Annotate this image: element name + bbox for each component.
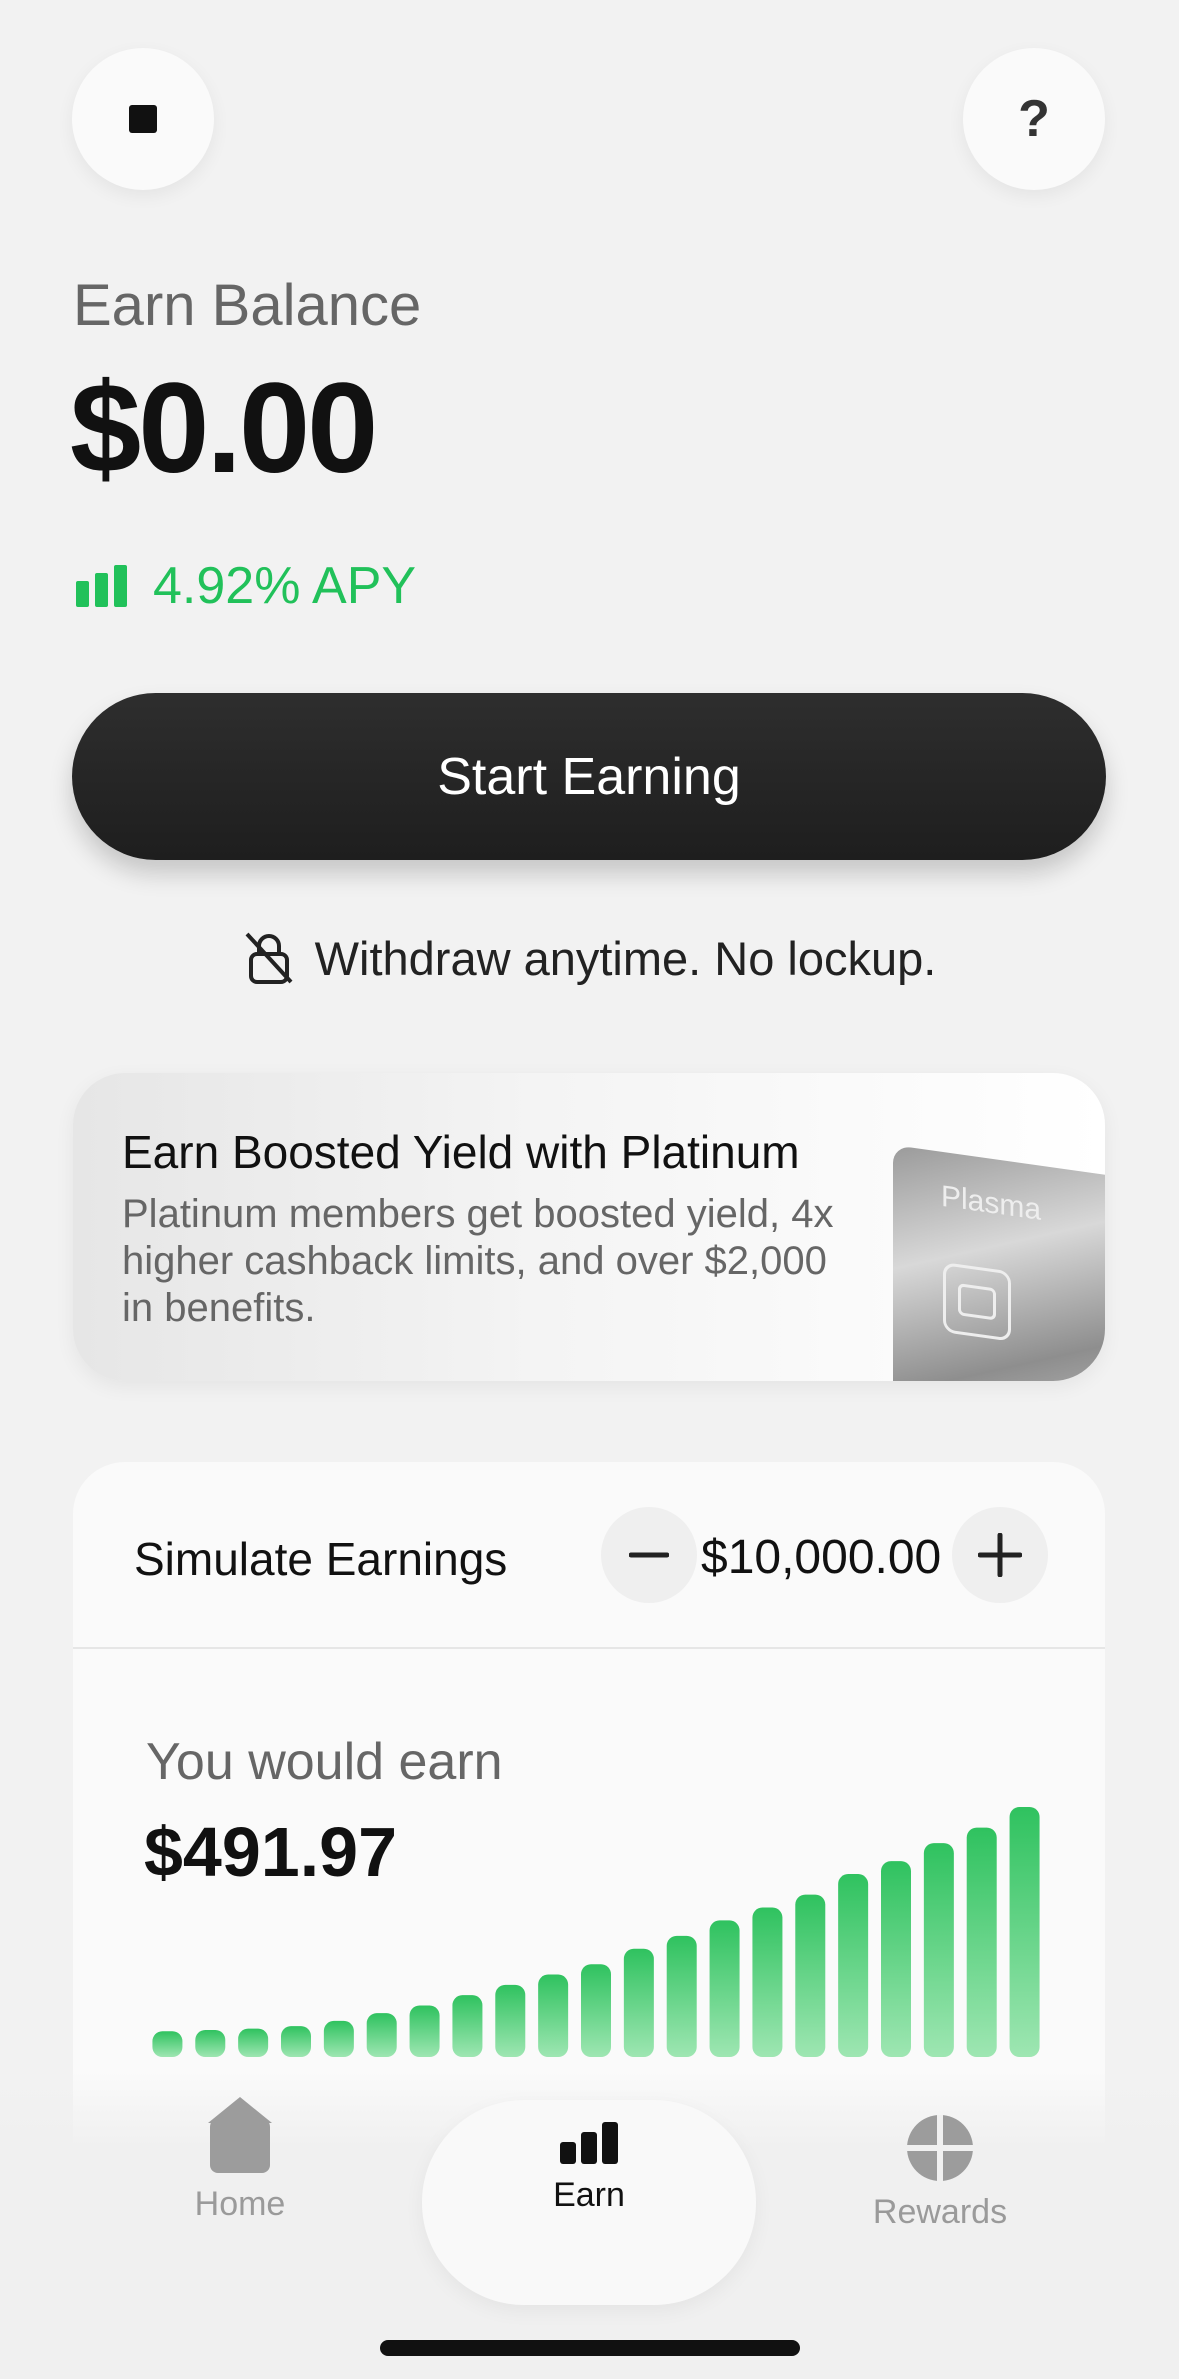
- chart-bar: [281, 2026, 311, 2057]
- help-icon: ?: [1018, 90, 1050, 148]
- bars-icon: [76, 565, 127, 607]
- earn-icon: [560, 2120, 618, 2164]
- chart-bar: [623, 1948, 654, 2057]
- minus-icon: [629, 1552, 669, 1558]
- chart-bar: [881, 1861, 911, 2057]
- tab-rewards-label: Rewards: [872, 2193, 1008, 2231]
- chart-bar: [152, 2031, 183, 2057]
- platinum-card-image: Plasma: [893, 1145, 1105, 1381]
- card-chip-icon: [943, 1262, 1011, 1342]
- chart-bar: [238, 2028, 269, 2057]
- apy-value: 4.92% APY: [153, 557, 417, 615]
- chart-bar: [495, 1984, 526, 2057]
- simulate-amount[interactable]: $10,000.00: [701, 1530, 941, 1585]
- tab-earn[interactable]: Earn: [422, 2100, 756, 2305]
- stop-button[interactable]: [72, 48, 214, 190]
- earn-label: You would earn: [146, 1733, 503, 1791]
- withdraw-note: Withdraw anytime. No lockup.: [0, 930, 1179, 986]
- chart-bar: [966, 1827, 997, 2057]
- plus-icon: [978, 1533, 1022, 1577]
- withdraw-text: Withdraw anytime. No lockup.: [314, 931, 937, 985]
- apy-row: 4.92% APY: [76, 556, 416, 616]
- promo-title: Earn Boosted Yield with Platinum: [122, 1126, 800, 1178]
- chart-bar: [538, 1974, 569, 2057]
- chart-bar: [1009, 1807, 1040, 2057]
- chart-bar: [709, 1920, 740, 2057]
- tab-earn-label: Earn: [553, 2176, 625, 2214]
- tab-bar: Home Earn Rewards: [0, 2070, 1179, 2379]
- increase-amount-button[interactable]: [952, 1507, 1048, 1603]
- chart-bar: [581, 1964, 611, 2057]
- chart-bar: [752, 1907, 783, 2057]
- start-earning-button[interactable]: Start Earning: [72, 693, 1106, 860]
- card-brand: Plasma: [941, 1179, 1042, 1227]
- earn-balance-amount: $0.00: [70, 357, 378, 500]
- earnings-chart: [152, 1807, 1040, 2057]
- stop-icon: [129, 105, 157, 133]
- tab-rewards[interactable]: Rewards: [850, 2115, 1030, 2232]
- chart-bar: [795, 1894, 826, 2057]
- chart-bar: [409, 2005, 440, 2057]
- earn-balance-title: Earn Balance: [73, 273, 422, 338]
- simulate-header: Simulate Earnings $10,000.00: [73, 1462, 1105, 1649]
- tab-home-label: Home: [194, 2185, 286, 2223]
- chart-bar: [838, 1874, 869, 2057]
- help-button[interactable]: ?: [963, 48, 1105, 190]
- lock-off-icon: [245, 932, 293, 984]
- chart-bar: [923, 1843, 954, 2057]
- promo-body: Platinum members get boosted yield, 4x h…: [122, 1192, 834, 1330]
- chart-bar: [366, 2013, 397, 2057]
- chart-bar: [323, 2020, 354, 2057]
- home-indicator: [380, 2340, 800, 2356]
- chart-bar: [452, 1995, 483, 2057]
- simulate-earnings-card: Simulate Earnings $10,000.00 You would e…: [73, 1462, 1105, 2162]
- simulate-title: Simulate Earnings: [134, 1533, 508, 1585]
- chart-bar: [195, 2029, 226, 2057]
- home-icon: [208, 2097, 272, 2173]
- chart-bar: [666, 1935, 697, 2057]
- rewards-icon: [907, 2115, 973, 2181]
- platinum-promo[interactable]: Earn Boosted Yield with Platinum Platinu…: [73, 1073, 1105, 1381]
- tab-home[interactable]: Home: [170, 2097, 310, 2224]
- decrease-amount-button[interactable]: [601, 1507, 697, 1603]
